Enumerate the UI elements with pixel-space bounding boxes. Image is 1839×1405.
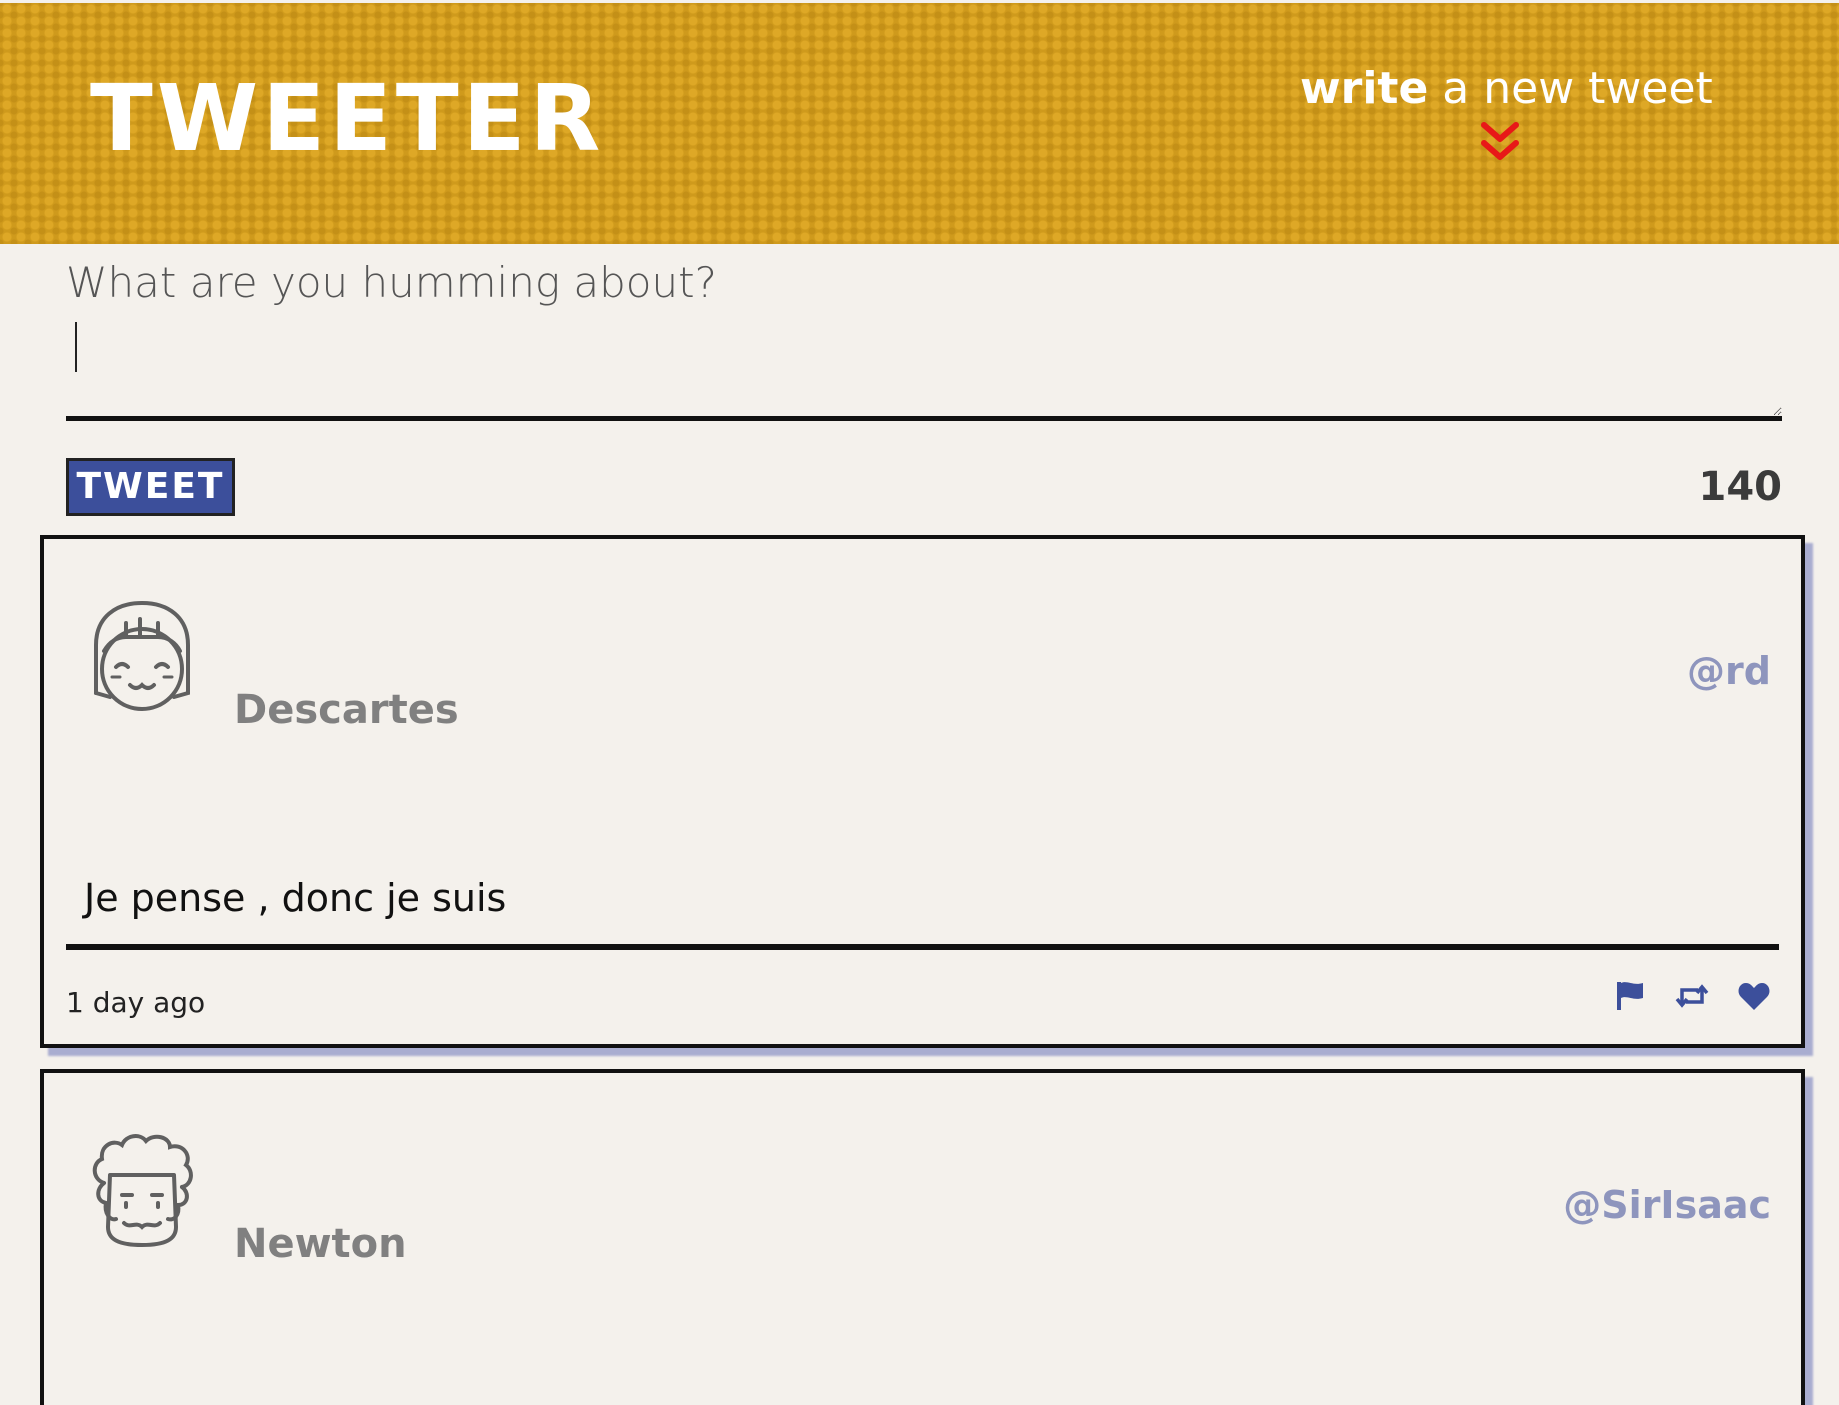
tweet-header: Newton @SirIsaac xyxy=(44,1073,1801,1303)
tweet-header: Descartes @rd xyxy=(44,539,1801,769)
compose-toggle[interactable]: write a new tweet xyxy=(1300,59,1713,165)
tweet-submit-button[interactable]: TWEET xyxy=(66,458,235,516)
top-navbar: TWEETER write a new tweet xyxy=(0,3,1839,244)
character-counter: 140 xyxy=(1698,464,1783,510)
retweet-icon[interactable] xyxy=(1675,980,1709,1012)
tweet-author-name: Descartes xyxy=(234,687,459,733)
compose-toggle-strong: write xyxy=(1300,63,1429,114)
text-caret xyxy=(75,322,77,372)
tweet-author-name: Newton xyxy=(234,1221,407,1267)
tweet-card: Newton @SirIsaac xyxy=(40,1069,1805,1405)
tweet-content: Je pense , donc je suis xyxy=(84,876,507,920)
girl-avatar-icon xyxy=(94,600,190,711)
tweet-divider xyxy=(66,944,1779,950)
curly-hair-avatar-icon xyxy=(92,1134,193,1247)
heart-icon[interactable] xyxy=(1737,980,1771,1012)
brand-logo: TWEETER xyxy=(90,65,605,172)
compose-toggle-label[interactable]: write a new tweet xyxy=(1300,59,1713,119)
tweet-text-input[interactable] xyxy=(66,244,1782,421)
tweet-author-handle: @rd xyxy=(1687,649,1771,693)
double-chevron-down-icon[interactable] xyxy=(1478,119,1522,165)
tweet-author-handle: @SirIsaac xyxy=(1563,1183,1771,1227)
tweet-timestamp: 1 day ago xyxy=(66,986,206,1019)
flag-icon[interactable] xyxy=(1613,980,1647,1012)
tweet-card: Descartes @rd Je pense , donc je suis 1 … xyxy=(40,535,1805,1048)
page: TWEETER write a new tweet TWEET 140 xyxy=(0,0,1839,1405)
tweet-actions xyxy=(1613,980,1771,1012)
compose-toggle-text: a new tweet xyxy=(1428,63,1713,114)
new-tweet-form: TWEET 140 xyxy=(66,244,1782,516)
